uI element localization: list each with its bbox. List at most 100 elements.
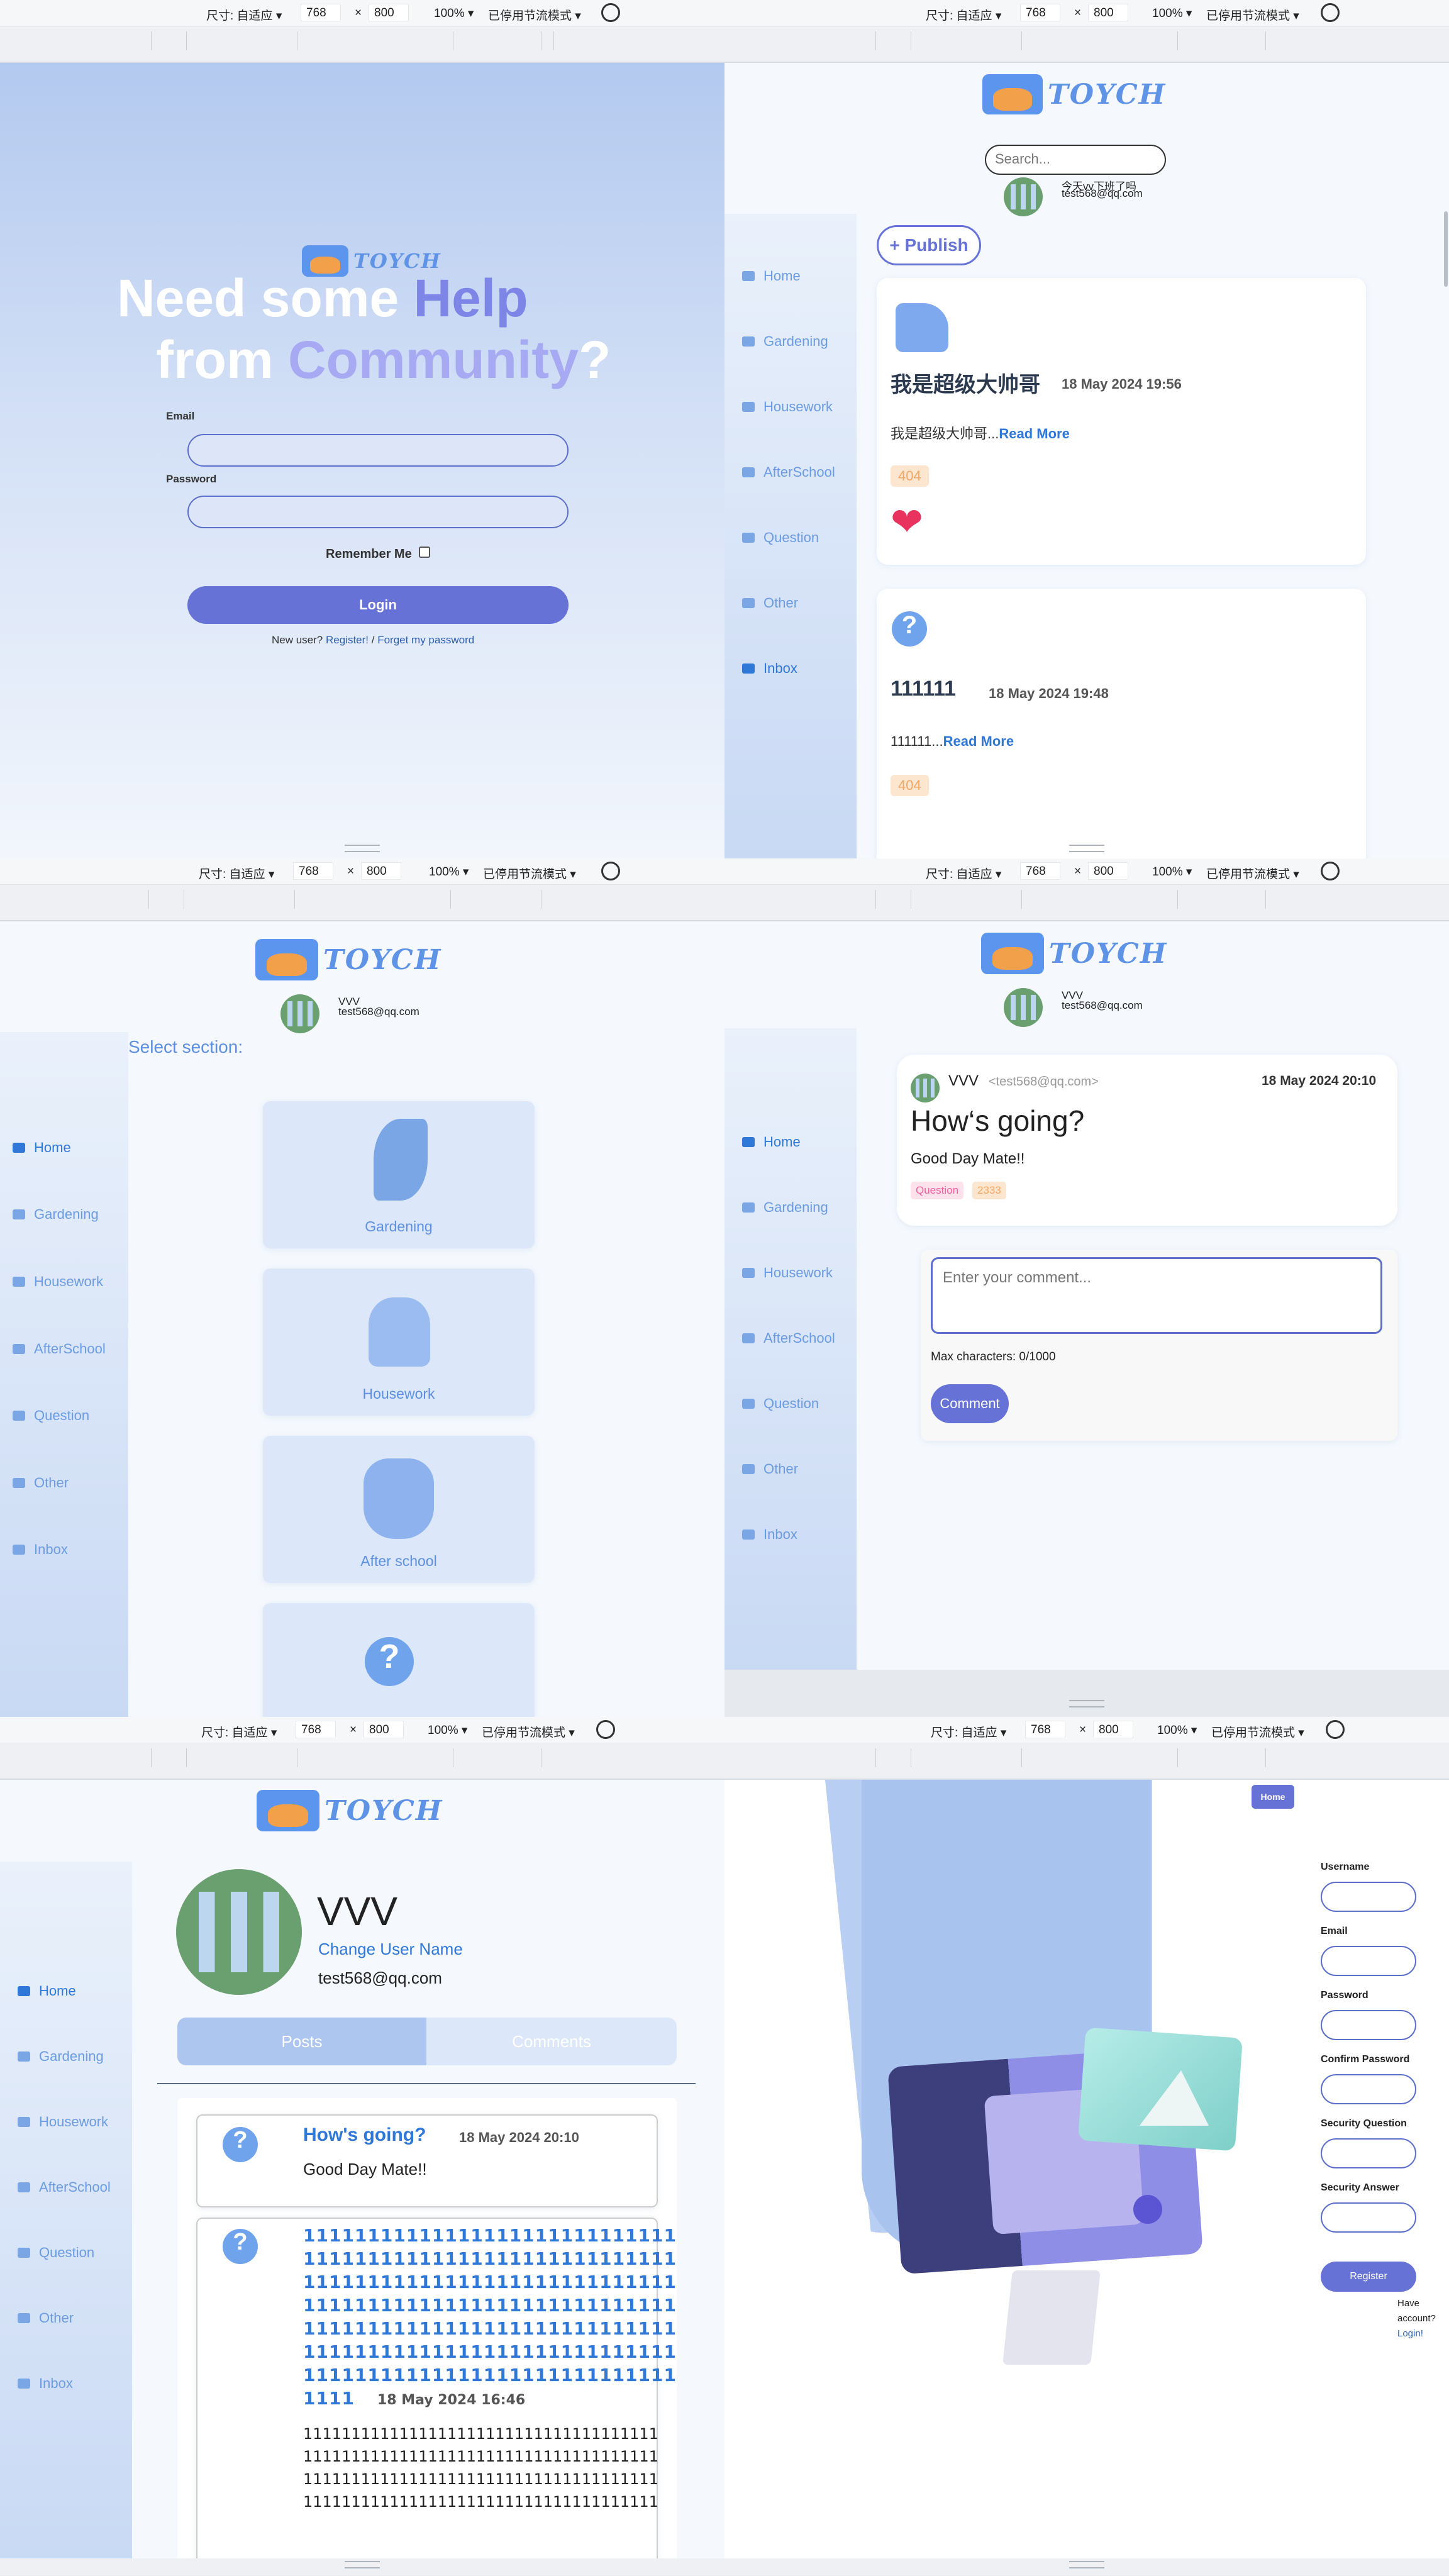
avatar[interactable]: [280, 994, 319, 1033]
size-select[interactable]: 尺寸: 自适应 ▾: [201, 1723, 277, 1740]
nav-gardening[interactable]: Gardening: [742, 333, 828, 350]
width-input[interactable]: 768: [293, 862, 333, 880]
zoom-select[interactable]: 100% ▾: [1152, 6, 1192, 21]
register-button[interactable]: Register: [1321, 2262, 1416, 2292]
nav-gardening[interactable]: Gardening: [13, 1206, 99, 1223]
comment-input[interactable]: Enter your comment...: [931, 1257, 1382, 1334]
post-title[interactable]: 11111111111111111111111111111 11111111111…: [303, 2224, 677, 2412]
post-card[interactable]: 我是超级大帅哥 18 May 2024 19:56 我是超级大帅哥...Read…: [877, 278, 1366, 565]
nav-afterschool[interactable]: AfterSchool: [742, 1330, 835, 1346]
resize-handle[interactable]: [1069, 845, 1104, 852]
tag-question[interactable]: Question: [911, 1182, 964, 1199]
login-link[interactable]: Login!: [1397, 2328, 1423, 2339]
password-input[interactable]: [187, 496, 569, 528]
height-input[interactable]: 800: [364, 1721, 404, 1738]
width-input[interactable]: 768: [1025, 1721, 1065, 1738]
rotate-icon[interactable]: [1321, 3, 1340, 22]
tag-2333[interactable]: 2333: [972, 1182, 1006, 1199]
login-button[interactable]: Login: [187, 586, 569, 624]
nav-other[interactable]: Other: [18, 2310, 74, 2326]
remember-checkbox[interactable]: [419, 547, 430, 558]
nav-inbox[interactable]: Inbox: [13, 1541, 68, 1558]
nav-home[interactable]: Home: [742, 1134, 801, 1150]
scrollbar[interactable]: [1444, 211, 1448, 287]
change-name-link[interactable]: Change User Name: [318, 1940, 463, 1959]
security-answer-input[interactable]: [1321, 2202, 1416, 2233]
resize-handle[interactable]: [345, 845, 380, 852]
username-input[interactable]: [1321, 1882, 1416, 1912]
height-input[interactable]: 800: [1088, 4, 1128, 21]
nav-housework[interactable]: Housework: [742, 399, 833, 415]
rotate-icon[interactable]: [1321, 862, 1340, 880]
nav-gardening[interactable]: Gardening: [18, 2048, 104, 2065]
nav-home[interactable]: Home: [13, 1140, 71, 1156]
avatar[interactable]: [1004, 177, 1043, 216]
avatar[interactable]: [1004, 988, 1043, 1027]
nav-other[interactable]: Other: [13, 1475, 69, 1491]
throttle-select[interactable]: 已停用节流模式 ▾: [483, 865, 576, 882]
profile-post-card[interactable]: 1111111111111111111111111111111111111111…: [196, 2218, 676, 2575]
zoom-select[interactable]: 100% ▾: [429, 865, 469, 879]
zoom-select[interactable]: 100% ▾: [1152, 865, 1192, 879]
height-input[interactable]: 800: [1093, 1721, 1133, 1738]
nav-other[interactable]: Other: [742, 1461, 798, 1477]
post-card[interactable]: 111111 18 May 2024 19:48 111111...Read M…: [877, 589, 1366, 858]
throttle-select[interactable]: 已停用节流模式 ▾: [1211, 1723, 1304, 1740]
throttle-select[interactable]: 已停用节流模式 ▾: [1206, 6, 1299, 23]
nav-afterschool[interactable]: AfterSchool: [18, 2179, 111, 2196]
read-more-link[interactable]: Read More: [999, 426, 1069, 441]
password-input[interactable]: [1321, 2010, 1416, 2040]
width-input[interactable]: 768: [1020, 862, 1060, 880]
size-select[interactable]: 尺寸: 自适应 ▾: [931, 1723, 1006, 1740]
width-input[interactable]: 768: [1020, 4, 1060, 21]
post-title[interactable]: 我是超级大帅哥: [891, 367, 1040, 398]
email-input[interactable]: [187, 434, 569, 467]
nav-inbox[interactable]: Inbox: [742, 660, 797, 677]
nav-afterschool[interactable]: AfterSchool: [742, 464, 835, 480]
tag-badge[interactable]: 404: [891, 775, 929, 796]
tag-badge[interactable]: 404: [891, 465, 929, 487]
author-avatar[interactable]: [911, 1074, 940, 1102]
width-input[interactable]: 768: [301, 4, 341, 21]
nav-other[interactable]: Other: [742, 595, 798, 611]
section-card-afterschool[interactable]: After school: [263, 1436, 535, 1583]
profile-post-card[interactable]: How's going? 18 May 2024 20:10 Good Day …: [196, 2114, 658, 2207]
throttle-select[interactable]: 已停用节流模式 ▾: [488, 6, 581, 23]
nav-question[interactable]: Question: [742, 1396, 819, 1412]
read-more-link[interactable]: Read More: [943, 733, 1014, 749]
register-link[interactable]: Register!: [326, 634, 369, 646]
throttle-select[interactable]: 已停用节流模式 ▾: [482, 1723, 575, 1740]
size-select[interactable]: 尺寸: 自适应 ▾: [926, 6, 1001, 23]
profile-avatar[interactable]: [176, 1869, 302, 1995]
height-input[interactable]: 800: [1088, 862, 1128, 880]
zoom-select[interactable]: 100% ▾: [1157, 1723, 1197, 1738]
zoom-select[interactable]: 100% ▾: [428, 1723, 467, 1738]
nav-inbox[interactable]: Inbox: [742, 1526, 797, 1543]
width-input[interactable]: 768: [296, 1721, 336, 1738]
forget-password-link[interactable]: Forget my password: [377, 634, 474, 646]
height-input[interactable]: 800: [361, 862, 401, 880]
size-select[interactable]: 尺寸: 自适应 ▾: [199, 865, 274, 882]
nav-housework[interactable]: Housework: [742, 1265, 833, 1281]
home-button[interactable]: Home: [1252, 1785, 1294, 1809]
size-select[interactable]: 尺寸: 自适应 ▾: [926, 865, 1001, 882]
nav-housework[interactable]: Housework: [18, 2114, 108, 2130]
nav-afterschool[interactable]: AfterSchool: [13, 1341, 106, 1357]
rotate-icon[interactable]: [601, 3, 620, 22]
post-title[interactable]: 111111: [891, 677, 956, 701]
nav-home[interactable]: Home: [18, 1983, 76, 1999]
nav-housework[interactable]: Housework: [13, 1274, 103, 1290]
nav-home[interactable]: Home: [742, 268, 801, 284]
rotate-icon[interactable]: [1326, 1720, 1345, 1739]
rotate-icon[interactable]: [596, 1720, 615, 1739]
nav-question[interactable]: Question: [13, 1407, 89, 1424]
post-title[interactable]: How's going?: [303, 2124, 426, 2146]
security-question-input[interactable]: [1321, 2138, 1416, 2168]
heart-icon[interactable]: ❤: [891, 503, 923, 542]
confirm-password-input[interactable]: [1321, 2074, 1416, 2104]
section-card-gardening[interactable]: Gardening: [263, 1101, 535, 1248]
tab-posts[interactable]: Posts: [177, 2018, 426, 2065]
publish-button[interactable]: + Publish: [877, 225, 981, 265]
email-input[interactable]: [1321, 1946, 1416, 1976]
section-card-housework[interactable]: Housework: [263, 1269, 535, 1416]
